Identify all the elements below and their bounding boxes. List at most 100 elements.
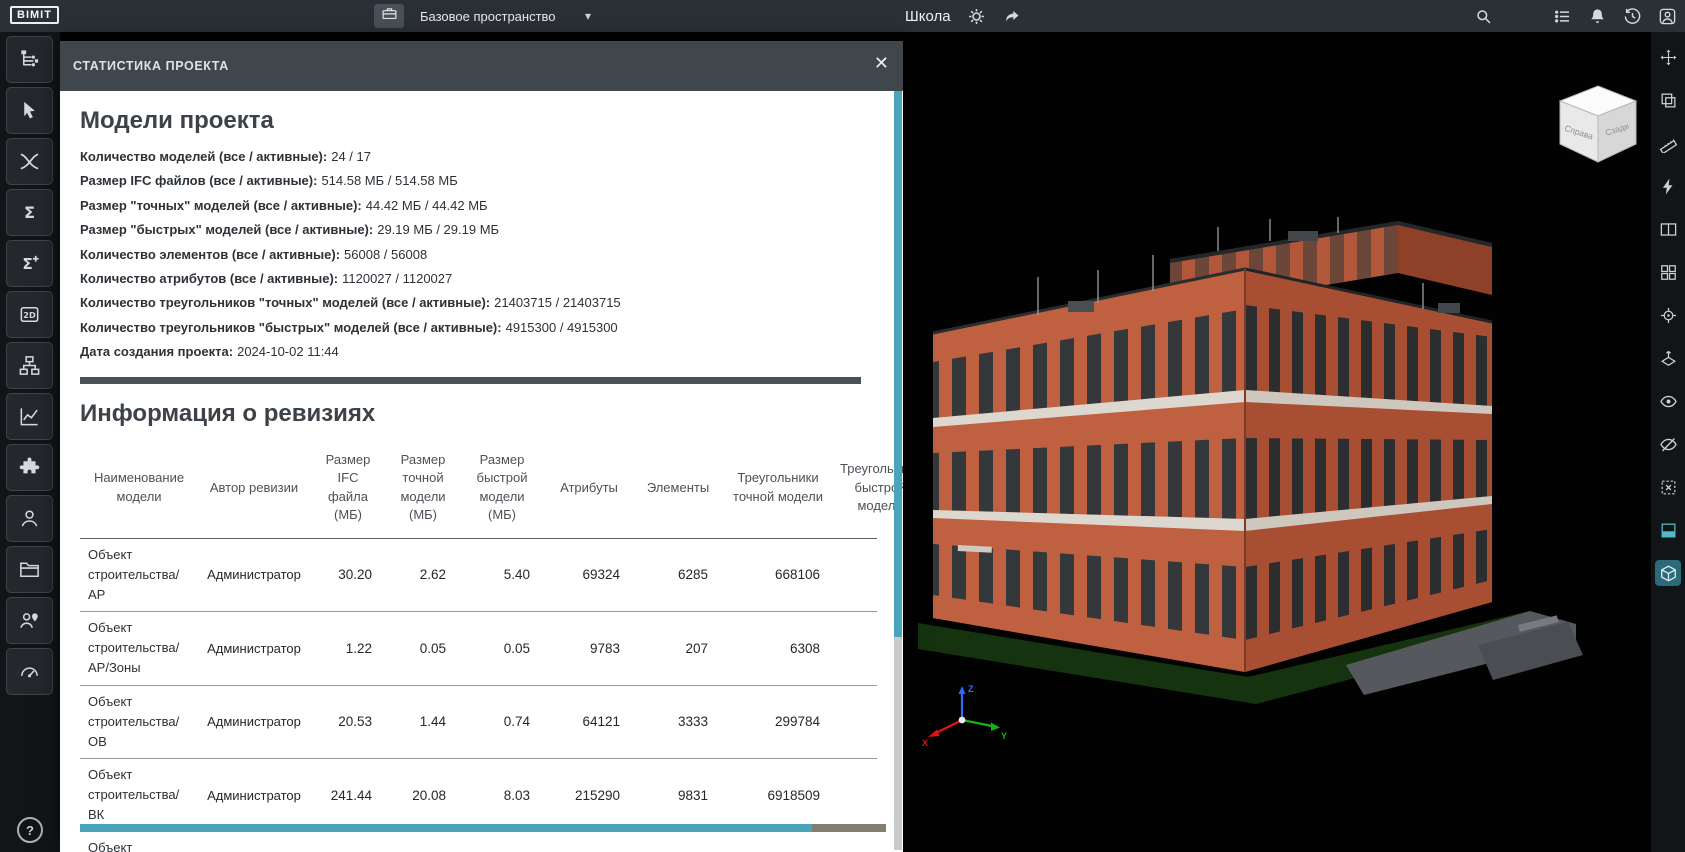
cell-model-name: Объект строительства/ТХ	[88, 840, 133, 852]
cell-model-name: Объект строительства/ОВ	[88, 693, 180, 749]
stat-label: Размер "точных" моделей (все / активные)…	[80, 197, 362, 213]
user-places-button[interactable]	[6, 597, 53, 644]
stat-label: Количество атрибутов (все / активные):	[80, 271, 339, 287]
column-header: Размер точной модели (МБ)	[400, 452, 446, 522]
table-row[interactable]: Объект строительства/ВК Администратор 24…	[80, 759, 877, 833]
workspace-dropdown[interactable]: Базовое пространство	[420, 0, 556, 32]
table-row[interactable]: Объект строительства/АР Администратор 30…	[80, 539, 877, 613]
stat-label: Дата создания проекта:	[80, 344, 234, 360]
stat-line: Дата создания проекта: 2024-10-02 11:44	[80, 340, 877, 364]
charts-button[interactable]	[6, 393, 53, 440]
dashboard-button[interactable]	[6, 648, 53, 695]
stat-value: 44.42 МБ / 44.42 МБ	[365, 197, 488, 213]
stat-line: Размер "быстрых" моделей (все / активные…	[80, 218, 877, 242]
stat-label: Количество моделей (все / активные):	[80, 149, 328, 164]
viewports-button[interactable]	[1655, 259, 1681, 285]
structure-icon	[18, 48, 41, 71]
quick-actions-button[interactable]	[1655, 173, 1681, 199]
cell-fast-triangles	[834, 789, 903, 801]
view-cube[interactable]: Справа Сзади	[1552, 74, 1644, 166]
eye-icon	[1659, 392, 1678, 411]
revisions-table-header: Наименование модели Автор ревизии Размер…	[80, 438, 903, 539]
layers-tool-button[interactable]	[1655, 87, 1681, 113]
section-divider	[80, 376, 861, 384]
orbit-tool-button[interactable]	[1655, 44, 1681, 70]
stat-label: Количество элементов (все / активные):	[80, 246, 341, 262]
axis-y-label: Y	[1001, 731, 1007, 741]
ruler-icon	[1659, 134, 1678, 153]
scheme-button[interactable]	[6, 342, 53, 389]
horizontal-scrollbar[interactable]	[80, 824, 886, 832]
settings-gear-icon[interactable]	[967, 6, 987, 26]
plugins-button[interactable]	[6, 444, 53, 491]
column-header: Треугольники точной модели	[733, 470, 823, 504]
clash-detection-button[interactable]	[6, 138, 53, 185]
cell-model-name: Объект строительства/ВК	[88, 766, 180, 823]
history-icon[interactable]	[1622, 6, 1642, 26]
calculations-button[interactable]: Σ	[6, 189, 53, 236]
cell-attributes: 69324	[582, 567, 620, 583]
notifications-bell-icon[interactable]	[1587, 6, 1607, 26]
puzzle-icon	[18, 456, 41, 479]
share-icon[interactable]	[1003, 6, 1023, 26]
building-model[interactable]	[918, 215, 1618, 715]
stat-label: Количество треугольников "быстрых" модел…	[80, 319, 502, 335]
stat-line: Размер "точных" моделей (все / активные)…	[80, 194, 877, 218]
list-icon[interactable]	[1552, 6, 1572, 26]
column-header: Автор ревизии	[209, 479, 299, 495]
stat-line: Количество треугольников "точных" моделе…	[80, 291, 877, 315]
cell-ifc-size: 20.53	[338, 714, 372, 730]
stat-line: Количество элементов (все / активные): 56…	[80, 243, 877, 267]
stat-value: 24 / 17	[331, 149, 371, 164]
app-logo: BIMIT	[10, 6, 59, 24]
chevron-down-icon[interactable]: ▾	[585, 0, 591, 32]
model-structure-button[interactable]	[6, 36, 53, 83]
left-toolbar: Σ Σ 2D	[0, 32, 60, 852]
flash-icon	[1659, 177, 1678, 196]
project-header: Школа	[905, 0, 1023, 32]
fill-box-icon	[1659, 521, 1678, 540]
clear-selection-button[interactable]	[1655, 474, 1681, 500]
cell-precise-size: 2.62	[419, 567, 446, 583]
stat-line: Количество треугольников "быстрых" модел…	[80, 316, 877, 340]
table-row[interactable]: Объект строительства/ТХ Администратор 32…	[80, 832, 877, 852]
projects-button[interactable]	[6, 546, 53, 593]
search-icon[interactable]	[1473, 6, 1493, 26]
top-bar: BIMIT Базовое пространство ▾ Школа	[0, 0, 1685, 32]
cell-precise-size: 0.05	[419, 640, 446, 656]
project-statistics-modal: СТАТИСТИКА ПРОЕКТА ✕ Модели проекта Коли…	[60, 41, 903, 852]
cell-fast-triangles	[834, 642, 903, 654]
add-calculation-button[interactable]: Σ	[6, 240, 53, 287]
measure-tool-button[interactable]	[1655, 130, 1681, 156]
users-button[interactable]	[6, 495, 53, 542]
isolate-button[interactable]	[1655, 517, 1681, 543]
vertical-scrollbar-thumb[interactable]	[894, 91, 902, 638]
cell-precise-triangles: 6918509	[767, 787, 820, 803]
cell-model-name: Объект строительства/АР/Зоны	[88, 620, 180, 676]
split-view-icon	[1659, 220, 1678, 239]
locate-button[interactable]	[1655, 302, 1681, 328]
hide-elements-button[interactable]	[1655, 431, 1681, 457]
element-picker-button[interactable]	[6, 87, 53, 134]
close-icon[interactable]: ✕	[874, 54, 889, 72]
compare-views-button[interactable]	[1655, 216, 1681, 242]
table-row[interactable]: Объект строительства/АР/Зоны Администрат…	[80, 612, 877, 686]
help-button[interactable]: ?	[17, 817, 43, 843]
profile-avatar-icon[interactable]	[1657, 6, 1677, 26]
stat-line: Размер IFC файлов (все / активные): 514.5…	[80, 169, 877, 193]
axis-gizmo[interactable]: Z Y X	[918, 680, 1008, 770]
show-elements-button[interactable]	[1655, 388, 1681, 414]
stat-value: 29.19 МБ / 29.19 МБ	[377, 222, 500, 238]
table-row[interactable]: Объект строительства/ОВ Администратор 20…	[80, 686, 877, 759]
horizontal-scrollbar-thumb[interactable]	[80, 824, 812, 832]
view-2d-button[interactable]: 2D	[6, 291, 53, 338]
hierarchy-icon	[18, 354, 41, 377]
vertical-scrollbar[interactable]	[894, 91, 902, 850]
top-bar-actions	[1473, 0, 1677, 32]
workspace-button[interactable]	[374, 4, 404, 28]
cell-precise-size: 20.08	[412, 787, 446, 803]
svg-text:Σ: Σ	[24, 203, 35, 222]
stat-line: Количество моделей (все / активные): 24 /…	[80, 145, 877, 169]
section-plane-button[interactable]	[1655, 345, 1681, 371]
view-cube-button[interactable]	[1655, 560, 1681, 586]
